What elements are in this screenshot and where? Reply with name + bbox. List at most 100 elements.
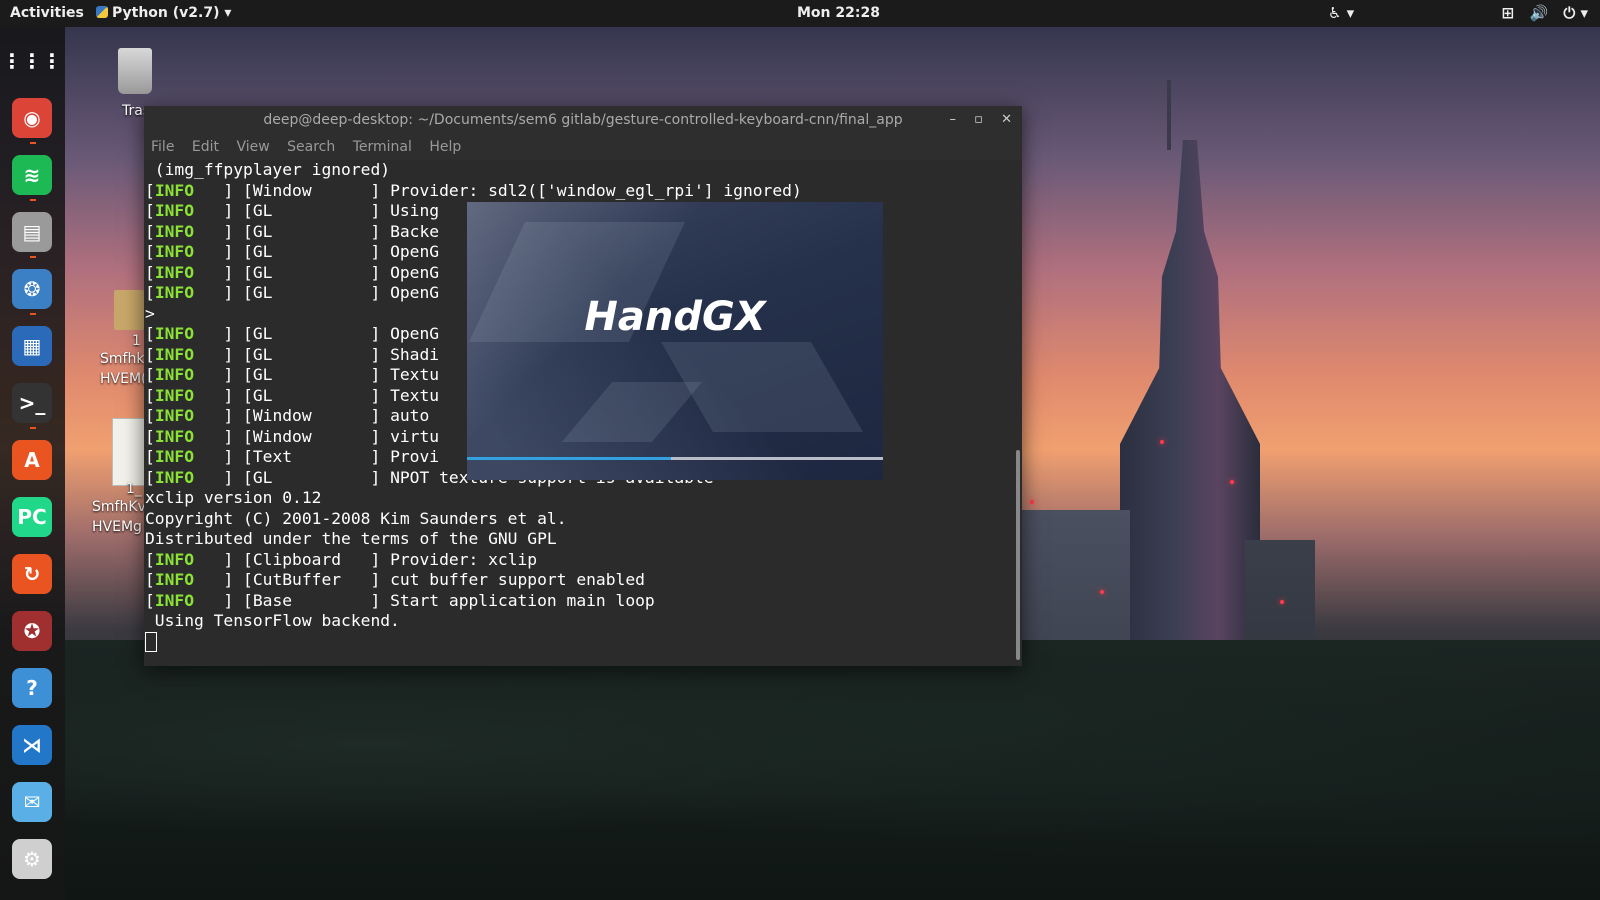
spotify-icon[interactable]: ≋ (12, 155, 52, 195)
running-indicator (30, 142, 36, 144)
file2-prefix: 1_ (126, 481, 142, 497)
shotwell-icon[interactable]: ❂ (12, 269, 52, 309)
menu-file[interactable]: File (151, 139, 174, 155)
file2-label[interactable]: SmfhKv (92, 499, 146, 515)
log-level: INFO (154, 590, 195, 610)
red-light (1030, 500, 1034, 504)
running-indicator (30, 427, 36, 429)
running-indicator (30, 256, 36, 258)
terminal-line: [INFO ] [Window ] Provider: sdl2(['windo… (145, 180, 802, 200)
terminal-scrollbar[interactable] (1014, 160, 1022, 666)
log-message: ] [Window ] auto (194, 406, 430, 425)
log-message: ] [Base ] Start application main loop (194, 590, 655, 610)
activities-button[interactable]: Activities (10, 5, 84, 21)
red-light (1160, 440, 1164, 444)
menu-search[interactable]: Search (287, 139, 335, 155)
app-menu-label: Python (v2.7) ▾ (112, 5, 232, 21)
cursor (145, 631, 157, 652)
scrollbar-thumb[interactable] (1016, 450, 1020, 660)
writer-icon[interactable]: ▦ (12, 326, 52, 366)
splash-title: HandGX (584, 294, 766, 340)
system-tray[interactable]: ⊞ 🔊 ⏻ ▾ (1492, 4, 1588, 22)
accessibility-menu-icon[interactable]: ♿ ▾ (1328, 4, 1354, 22)
log-level: INFO (154, 242, 195, 261)
file1-label-2[interactable]: HVEM( (100, 371, 147, 387)
close-button[interactable]: ✕ (1001, 112, 1012, 127)
document-icon[interactable] (112, 418, 146, 486)
help-icon[interactable]: ? (12, 668, 52, 708)
terminal-line: [INFO ] [CutBuffer ] cut buffer support … (145, 570, 645, 589)
chrome-icon[interactable]: ◉ (12, 98, 52, 138)
top-bar: Activities Python (v2.7) ▾ Mon 22:28 ♿ ▾… (0, 0, 1600, 27)
update-icon[interactable]: ↻ (12, 554, 52, 594)
settings-icon[interactable]: ⚙ (12, 839, 52, 879)
mail-icon[interactable]: ✉ (12, 782, 52, 822)
log-level: INFO (154, 406, 195, 425)
tree-silhouette (65, 640, 1600, 900)
volume-icon[interactable]: 🔊 (1529, 4, 1548, 22)
menu-view[interactable]: View (236, 139, 269, 155)
log-level: INFO (154, 365, 195, 384)
minimize-button[interactable]: – (950, 112, 957, 127)
show-apps-icon[interactable]: ⋮⋮⋮ (2, 41, 62, 81)
software-icon[interactable]: A (12, 440, 52, 480)
trash-icon[interactable] (118, 48, 152, 94)
vscode-icon[interactable]: ⋊ (12, 725, 52, 765)
pycharm-icon[interactable]: PC (12, 497, 52, 537)
log-message: ] [Clipboard ] Provider: xclip (194, 549, 538, 569)
menu-edit[interactable]: Edit (192, 139, 219, 155)
log-message: ] [CutBuffer ] cut buffer support enable… (194, 570, 645, 589)
menu-terminal[interactable]: Terminal (353, 139, 412, 155)
mesh-icon[interactable]: ✪ (12, 611, 52, 651)
log-level: INFO (154, 283, 195, 302)
log-level: INFO (154, 221, 195, 241)
terminal-icon[interactable]: >_ (12, 383, 52, 423)
log-message: ] [GL ] Textu (194, 365, 440, 384)
log-level: INFO (154, 385, 195, 405)
python-icon (96, 6, 108, 18)
log-message: ] [GL ] Textu (194, 385, 440, 405)
window-controls: – ▫ ✕ (936, 106, 1013, 134)
handgx-splash: HandGX (467, 202, 883, 480)
terminal-line: (img_ffpyplayer ignored) (145, 160, 391, 179)
log-message: ] [GL ] Shadi (194, 344, 440, 364)
app-menu[interactable]: Python (v2.7) ▾ (96, 5, 231, 21)
prompt-line[interactable] (145, 631, 1015, 654)
log-level: INFO (154, 467, 195, 487)
log-level: INFO (154, 324, 195, 343)
folder-icon[interactable] (114, 290, 144, 330)
running-indicator (30, 313, 36, 315)
running-indicator (30, 199, 36, 201)
log-message: ] [GL ] Backe (194, 221, 440, 241)
files-icon[interactable]: ▤ (12, 212, 52, 252)
log-message: ] [GL ] OpenG (194, 242, 440, 261)
terminal-line: Copyright (C) 2001-2008 Kim Saunders et … (145, 508, 567, 528)
splash-progress-fill (467, 457, 671, 460)
terminal-line: Distributed under the terms of the GNU G… (145, 529, 557, 548)
dock: ⋮⋮⋮ ◉ ≋ ▤ ❂ ▦ >_ A PC ↻ ✪? ⋊ ✉ ⚙ (0, 27, 65, 900)
log-level: INFO (154, 180, 195, 200)
terminal-menubar: File Edit View Search Terminal Help (144, 134, 1022, 160)
tower-spire (1167, 80, 1171, 150)
log-message: ] [GL ] OpenG (194, 324, 440, 343)
menu-help[interactable]: Help (429, 139, 461, 155)
log-message: ] [Text ] Provi (194, 447, 440, 466)
log-message: ] [Window ] Provider: sdl2(['window_egl_… (194, 180, 802, 200)
splash-progress-bar (467, 457, 883, 460)
clock[interactable]: Mon 22:28 (797, 5, 880, 21)
red-light (1280, 600, 1284, 604)
maximize-button[interactable]: ▫ (974, 112, 983, 127)
log-level: INFO (154, 570, 195, 589)
splash-shard (561, 382, 703, 442)
network-icon[interactable]: ⊞ (1502, 4, 1515, 22)
terminal-line: [INFO ] [Base ] Start application main l… (145, 590, 655, 610)
terminal-line: [INFO ] [Clipboard ] Provider: xclip (145, 549, 538, 569)
file2-label-2[interactable]: HVEMg (92, 519, 142, 535)
power-icon[interactable]: ⏻ ▾ (1563, 4, 1588, 22)
log-level: INFO (154, 262, 195, 282)
terminal-titlebar[interactable]: deep@deep-desktop: ~/Documents/sem6 gitl… (144, 106, 1022, 134)
file1-label[interactable]: Smfhk (100, 351, 144, 367)
terminal-line: xclip version 0.12 (145, 488, 322, 507)
log-level: INFO (154, 549, 195, 569)
red-light (1230, 480, 1234, 484)
